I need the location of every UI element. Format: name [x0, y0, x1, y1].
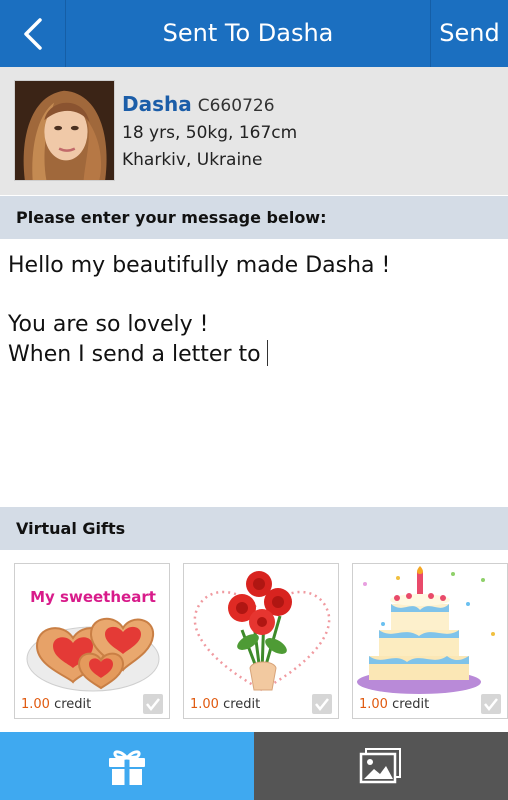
profile-id: C660726 [197, 96, 275, 116]
send-button[interactable]: Send [430, 0, 508, 67]
gift-price: 1.00 credit [190, 697, 260, 712]
birthday-cake-image [357, 566, 495, 694]
gift-price-unit: credit [392, 697, 430, 712]
gift-list: My sweetheart 1.00 credit 1.00 credit 1.… [0, 550, 508, 732]
roses-bouquet-image [193, 571, 331, 692]
profile-stats: 18 yrs, 50kg, 167cm [122, 123, 298, 143]
gift-checkbox[interactable] [312, 694, 332, 714]
bottom-tab-bar [0, 732, 508, 800]
gift-checkbox[interactable] [143, 694, 163, 714]
gift-price-unit: credit [223, 697, 261, 712]
picture-icon [359, 748, 401, 784]
gift-price-unit: credit [54, 697, 92, 712]
gift-price-amount: 1.00 [359, 697, 388, 712]
checkmark-icon [315, 698, 329, 712]
chevron-left-icon [23, 17, 42, 50]
text-cursor [266, 339, 268, 366]
gifts-section-header: Virtual Gifts [0, 507, 508, 550]
gift-icon [109, 750, 145, 785]
message-input[interactable]: Hello my beautifully made Dasha ! You ar… [0, 239, 508, 507]
gift-price-amount: 1.00 [21, 697, 50, 712]
gift-price: 1.00 credit [359, 697, 429, 712]
message-text: Hello my beautifully made Dasha ! You ar… [8, 253, 391, 367]
gift-price: 1.00 credit [21, 697, 91, 712]
heart-cookies-image: My sweetheart [26, 588, 160, 692]
top-app-bar: Sent To Dasha Send [0, 0, 508, 67]
profile-location: Kharkiv, Ukraine [122, 150, 263, 170]
page-title: Sent To Dasha [162, 19, 334, 47]
gift-price-amount: 1.00 [190, 697, 219, 712]
message-section-header: Please enter your message below: [0, 196, 508, 239]
recipient-profile: Dasha C660726 18 yrs, 50kg, 167cm Kharkiv… [0, 67, 508, 195]
checkmark-icon [484, 698, 498, 712]
profile-info: Dasha C660726 18 yrs, 50kg, 167cm Kharkiv… [122, 91, 297, 174]
tab-photos[interactable] [254, 732, 508, 800]
back-button[interactable] [0, 0, 66, 67]
checkmark-icon [146, 698, 160, 712]
profile-photo [15, 81, 114, 180]
avatar[interactable] [14, 80, 115, 181]
gift-item-cake[interactable]: 1.00 credit [352, 563, 508, 719]
gift-checkbox[interactable] [481, 694, 501, 714]
tab-gifts[interactable] [0, 732, 254, 800]
gift-item-roses[interactable]: 1.00 credit [183, 563, 339, 719]
gift-art-text: My sweetheart [30, 588, 156, 606]
gift-item-cookies[interactable]: My sweetheart 1.00 credit [14, 563, 170, 719]
profile-name[interactable]: Dasha [122, 92, 192, 116]
